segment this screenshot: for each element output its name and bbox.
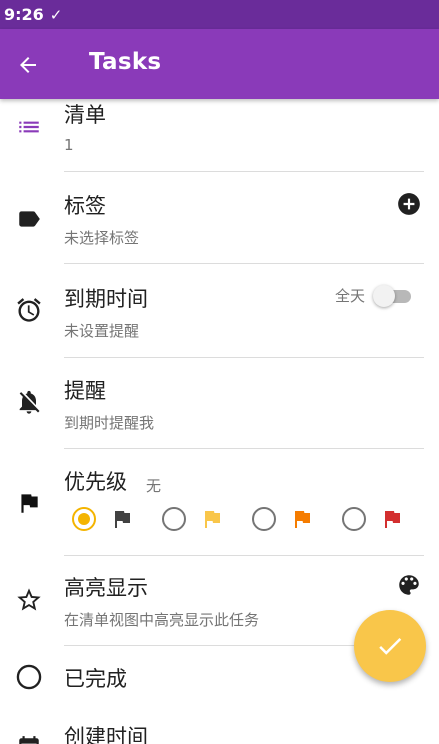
due-date-title: 到期时间 — [64, 287, 148, 311]
flag-icon — [295, 511, 310, 528]
page-title: Tasks — [89, 49, 162, 75]
app-bar: Tasks — [0, 29, 439, 99]
priority-option-low[interactable] — [162, 507, 224, 531]
flag-icon — [115, 511, 130, 528]
alarm-clock-icon — [15, 296, 43, 324]
highlight-title: 高亮显示 — [64, 576, 148, 600]
label-icon — [15, 205, 43, 233]
add-tag-button[interactable] — [396, 191, 422, 217]
due-date-row[interactable]: 到期时间 未设置提醒 全天 — [0, 264, 439, 357]
calendar-icon — [15, 734, 43, 744]
list-title: 清单 — [64, 103, 106, 127]
status-bar: 9:26 ✓ — [0, 0, 439, 29]
reminder-row[interactable]: 提醒 到期时提醒我 — [0, 358, 439, 448]
reminder-value: 到期时提醒我 — [64, 414, 155, 432]
all-day-switch[interactable] — [373, 284, 411, 307]
created-row: 创建时间 — [0, 708, 439, 744]
due-date-value: 未设置提醒 — [64, 322, 140, 340]
save-fab[interactable] — [354, 610, 426, 682]
tags-title: 标签 — [64, 194, 106, 218]
priority-title: 优先级 — [64, 470, 127, 494]
priority-value: 无 — [146, 477, 162, 495]
bell-off-icon — [15, 388, 43, 416]
tags-value: 未选择标签 — [64, 229, 140, 247]
reminder-title: 提醒 — [64, 379, 106, 403]
flag-icon — [205, 511, 220, 528]
completed-title: 已完成 — [64, 667, 127, 691]
circle-outline-icon — [15, 663, 43, 691]
list-icon — [15, 113, 43, 141]
highlight-value: 在清单视图中高亮显示此任务 — [64, 611, 260, 629]
arrow-left-icon — [20, 57, 36, 73]
check-icon — [379, 637, 402, 655]
priority-radio[interactable] — [342, 507, 366, 531]
priority-row: 优先级 无 — [0, 449, 439, 555]
palette-icon — [399, 575, 419, 595]
add-circle-icon — [398, 193, 420, 215]
flag-icon — [15, 489, 43, 517]
flag-icon — [385, 511, 400, 528]
status-check-icon: ✓ — [49, 5, 63, 24]
priority-option-none[interactable] — [72, 507, 134, 531]
priority-radio[interactable] — [72, 507, 96, 531]
status-time: 9:26 — [4, 5, 44, 24]
all-day-toggle-group: 全天 — [334, 284, 411, 307]
all-day-label: 全天 — [334, 286, 365, 305]
list-row[interactable]: 清单 1 — [0, 99, 439, 172]
color-picker-button[interactable] — [396, 572, 422, 598]
tags-row[interactable]: 标签 未选择标签 — [0, 172, 439, 263]
priority-radio[interactable] — [162, 507, 186, 531]
star-outline-icon — [15, 586, 43, 614]
back-button[interactable] — [14, 51, 42, 79]
list-value: 1 — [64, 136, 74, 154]
priority-option-high[interactable] — [342, 507, 404, 531]
created-title: 创建时间 — [64, 725, 148, 744]
priority-radio[interactable] — [252, 507, 276, 531]
priority-option-medium[interactable] — [252, 507, 314, 531]
